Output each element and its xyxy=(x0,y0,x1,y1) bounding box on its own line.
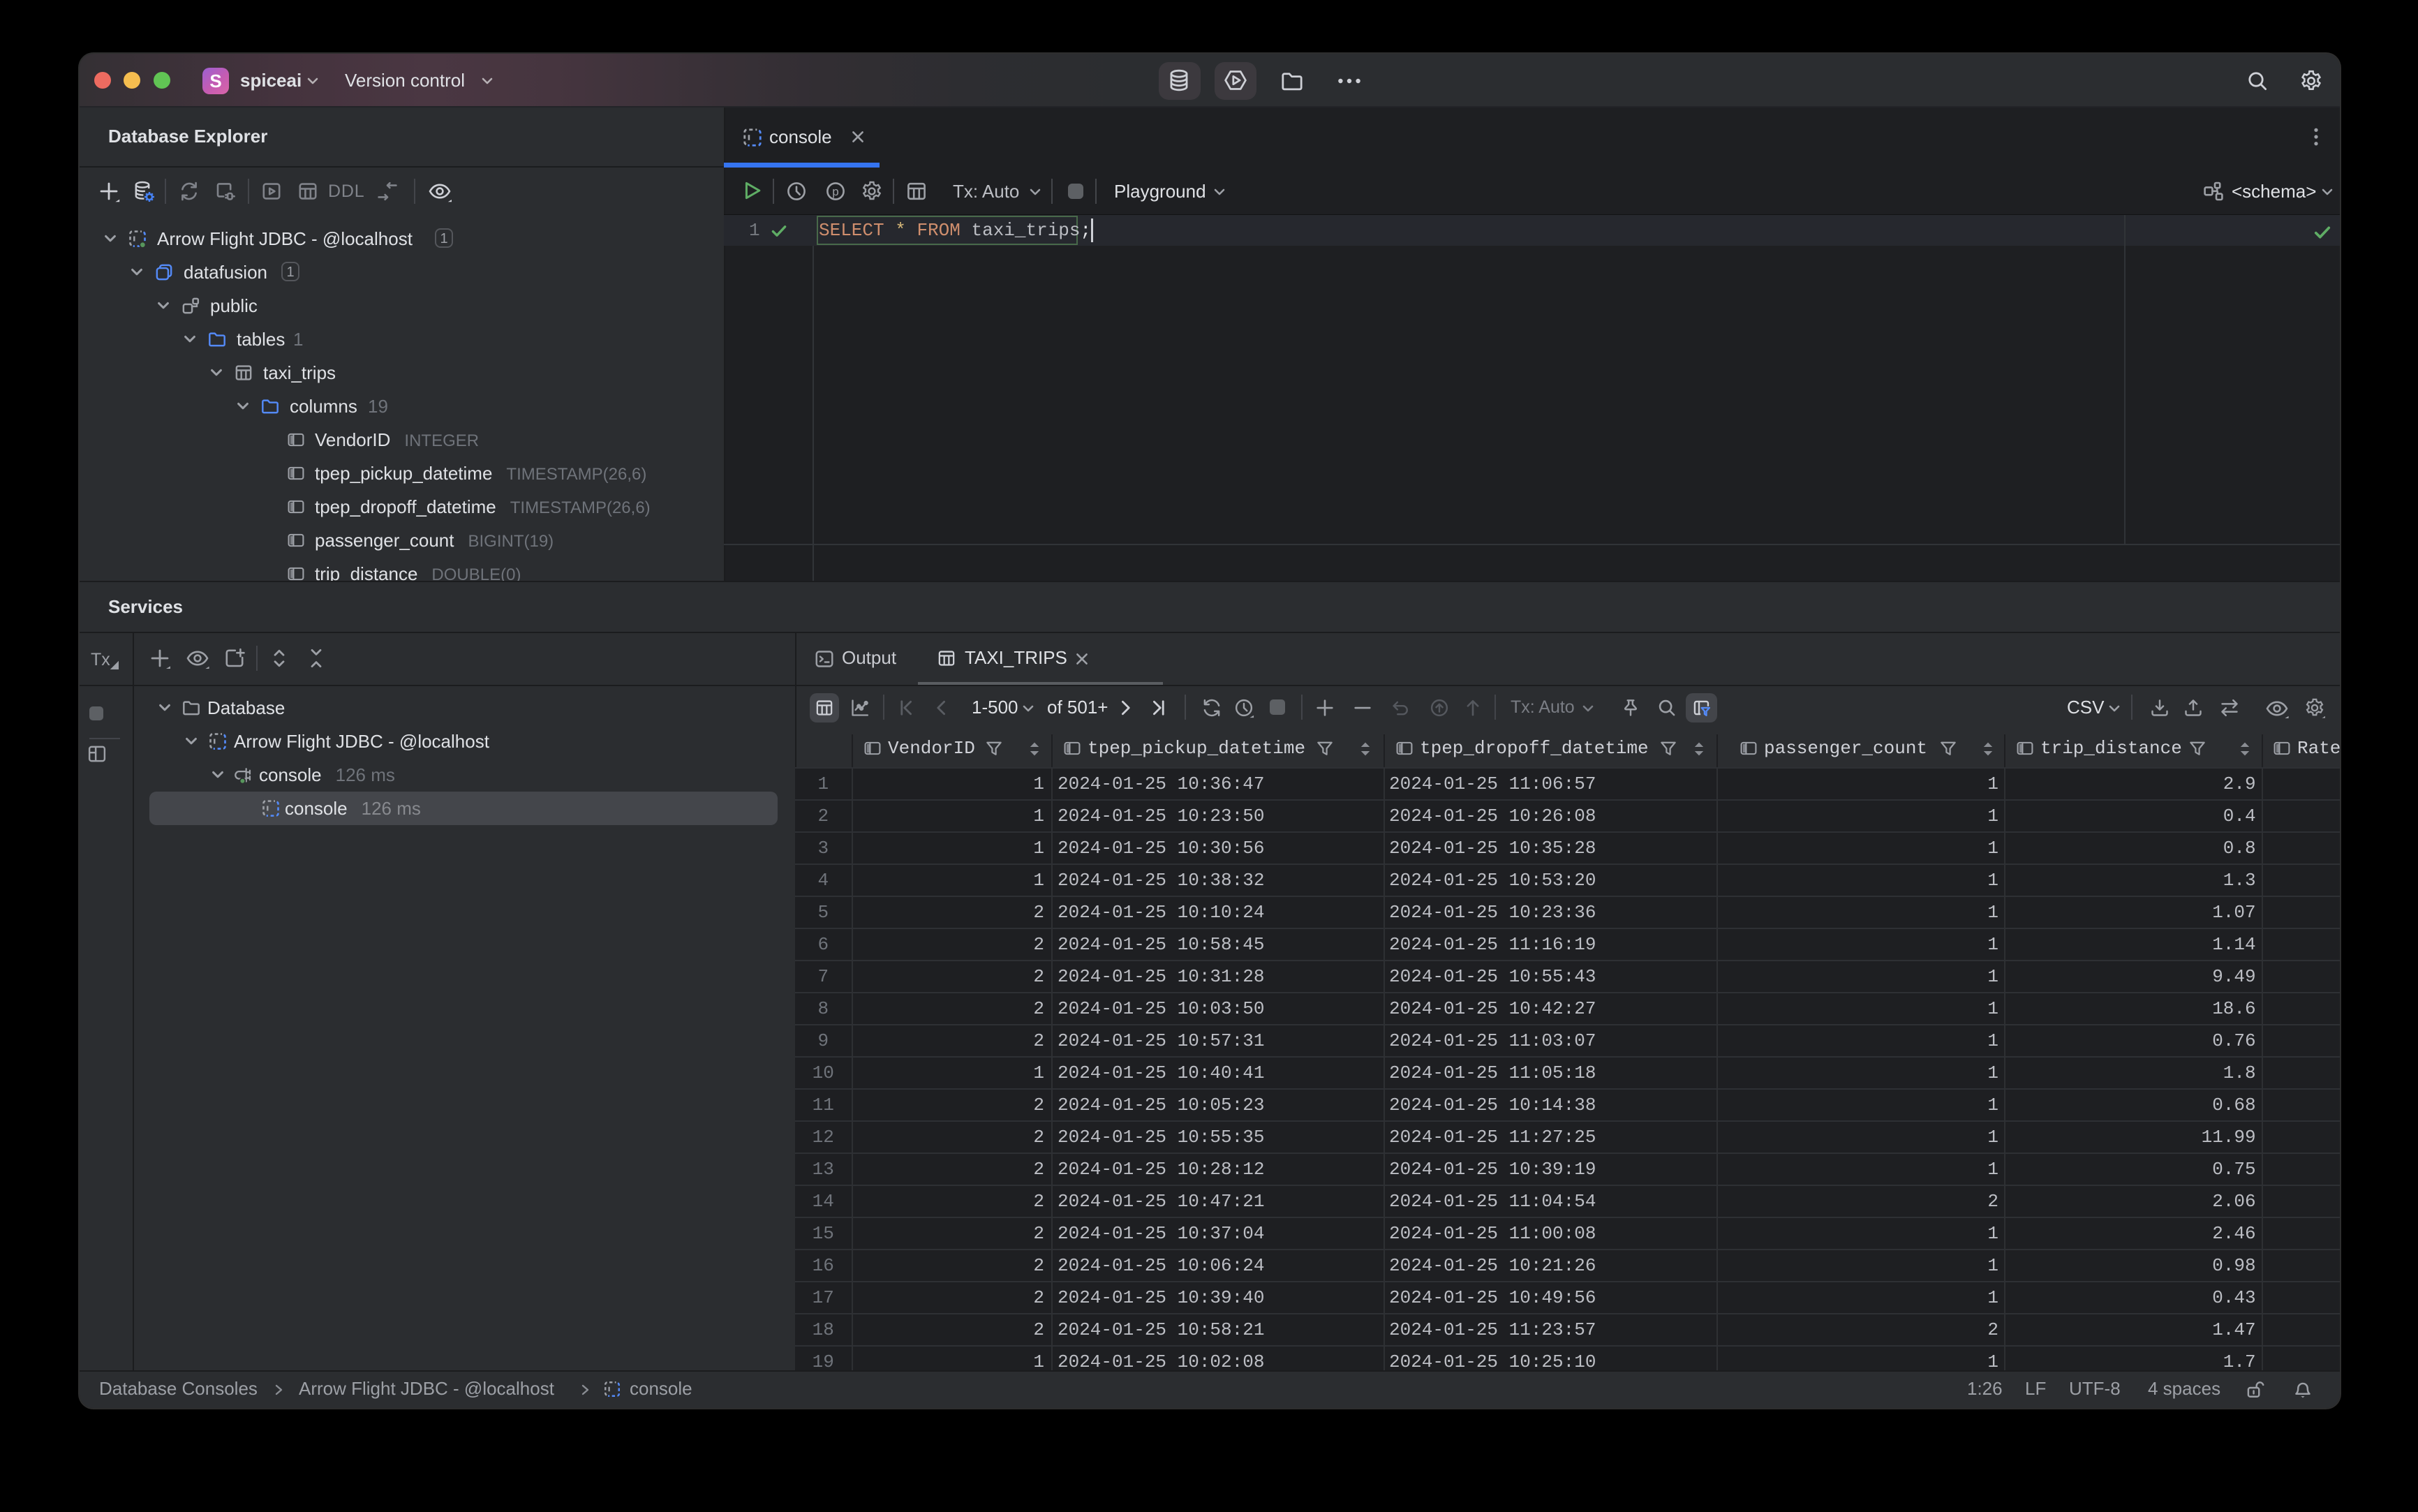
svg-text:p: p xyxy=(832,185,838,198)
